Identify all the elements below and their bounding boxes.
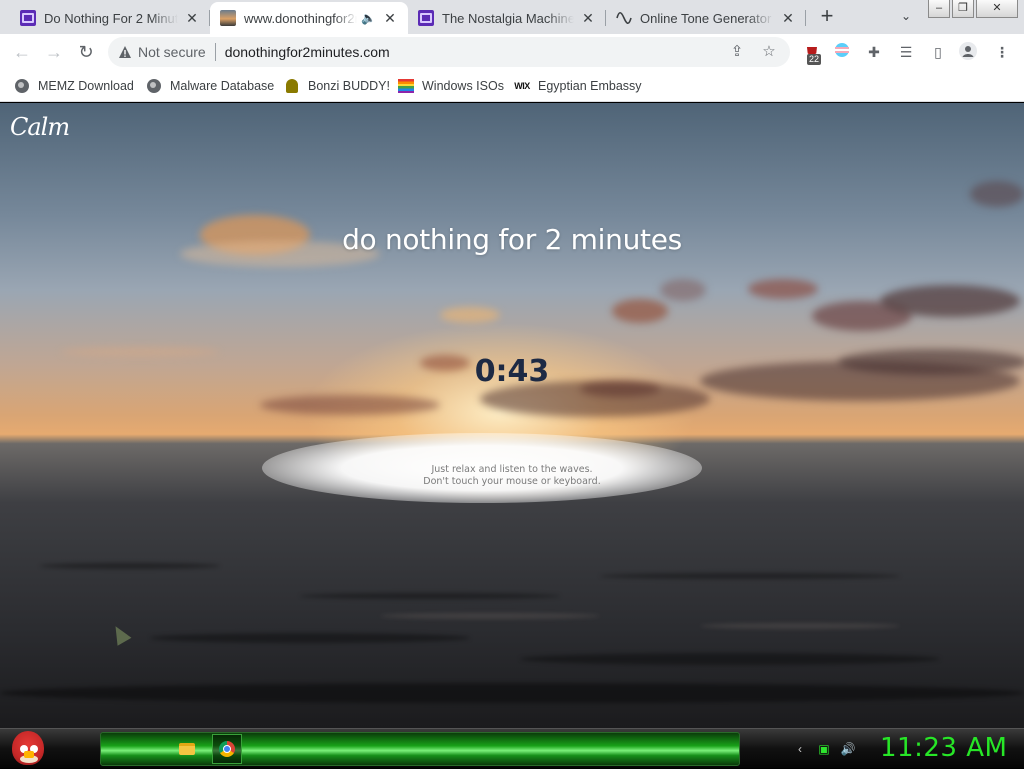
bookmark-malware-database[interactable]: Malware Database xyxy=(146,76,274,96)
wave xyxy=(520,653,940,665)
wave xyxy=(150,633,470,643)
extensions-puzzle-icon[interactable]: ✚ xyxy=(864,42,884,62)
tab-do-nothing[interactable]: Do Nothing For 2 Minutes ✕ xyxy=(10,2,210,34)
forward-button[interactable]: → xyxy=(40,38,68,66)
bookmarks-bar: MEMZ Download Malware Database Bonzi BUD… xyxy=(0,70,1024,102)
bookmark-memz[interactable]: MEMZ Download xyxy=(14,76,134,96)
network-icon[interactable]: ▣ xyxy=(816,741,832,757)
tab-title: Do Nothing For 2 Minutes xyxy=(44,10,178,26)
volume-icon[interactable]: 🔊 xyxy=(840,741,856,757)
new-tab-button[interactable]: + xyxy=(814,4,840,30)
tab-title: www.donothingfor2minutes.com xyxy=(244,10,357,26)
share-icon[interactable]: ⇪ xyxy=(728,43,746,61)
calm-logo[interactable]: Calm xyxy=(10,113,70,141)
tab-donothingfor2minutes[interactable]: www.donothingfor2minutes.com 🔈 ✕ xyxy=(210,2,408,34)
wave xyxy=(300,593,560,599)
url-text[interactable]: donothingfor2minutes.com xyxy=(225,44,390,60)
close-icon[interactable]: ✕ xyxy=(382,10,398,26)
browser-toolbar: ← → ↻ Not secure donothingfor2minutes.co… xyxy=(0,34,1024,70)
bookmark-label: Egyptian Embassy xyxy=(538,79,642,93)
page-viewport: Calm do nothing for 2 minutes 0:43 Just … xyxy=(0,103,1024,728)
security-label: Not secure xyxy=(138,44,206,60)
back-button[interactable]: ← xyxy=(8,38,36,66)
angry-bird-icon xyxy=(12,731,44,765)
bookmark-egyptian-embassy[interactable]: WIX Egyptian Embassy xyxy=(514,76,642,96)
bookmark-label: Windows ISOs xyxy=(422,79,504,93)
cloud xyxy=(260,395,440,415)
tab-title: The Nostalgia Machine | Pick a Year xyxy=(442,10,574,26)
cloud xyxy=(880,285,1020,317)
reload-button[interactable]: ↻ xyxy=(72,38,100,66)
close-window-button[interactable]: ✕ xyxy=(976,0,1018,18)
page-headline: do nothing for 2 minutes xyxy=(342,223,682,256)
flag-extension-icon[interactable] xyxy=(832,42,852,62)
hint-line: Just relax and listen to the waves. xyxy=(431,464,593,475)
hint-line: Don't touch your mouse or keyboard. xyxy=(423,476,601,487)
wave xyxy=(380,613,600,619)
cloud xyxy=(748,279,818,299)
bookmark-star-icon[interactable]: ☆ xyxy=(760,43,778,61)
extension-badge: 22 xyxy=(807,54,822,65)
wave xyxy=(700,623,900,629)
tab-separator xyxy=(805,10,806,26)
side-panel-icon[interactable]: ▯ xyxy=(928,42,948,62)
close-icon[interactable]: ✕ xyxy=(184,10,200,26)
cloud xyxy=(970,181,1024,207)
speaker-icon[interactable]: 🔈 xyxy=(361,11,376,25)
hint-text: Just relax and listen to the waves. Don'… xyxy=(0,464,1024,488)
minimize-button[interactable]: ‒ xyxy=(928,0,950,18)
omnibox-divider xyxy=(214,43,216,61)
cloud xyxy=(440,307,500,323)
bookmark-windows-isos[interactable]: Windows ISOs xyxy=(398,76,504,96)
file-explorer-icon[interactable] xyxy=(172,734,202,764)
sunset-photo-icon xyxy=(220,10,236,26)
close-icon[interactable]: ✕ xyxy=(780,10,796,26)
chrome-taskbar-icon[interactable] xyxy=(212,734,242,764)
wix-icon: WIX xyxy=(514,81,530,91)
bookmark-label: MEMZ Download xyxy=(38,79,134,93)
mouse-cursor-icon xyxy=(108,622,132,646)
tray-expand-icon[interactable]: ‹ xyxy=(792,741,808,757)
tab-nostalgia-machine[interactable]: The Nostalgia Machine | Pick a Year ✕ xyxy=(408,2,606,34)
taskbar-clock[interactable]: 11:23 AM xyxy=(880,733,1007,763)
taskbar: ‹ ▣ 🔊 11:23 AM xyxy=(0,728,1024,768)
bookmark-bonzi-buddy[interactable]: Bonzi BUDDY! xyxy=(284,76,390,96)
menu-kebab-icon[interactable]: ⋮ xyxy=(992,42,1012,62)
start-button[interactable] xyxy=(8,729,48,769)
bookmark-label: Malware Database xyxy=(170,79,275,93)
restore-button[interactable]: ❐ xyxy=(952,0,974,18)
wave xyxy=(0,683,1024,703)
media-queue-icon[interactable]: ☰ xyxy=(896,42,916,62)
bookmark-label: Bonzi BUDDY! xyxy=(308,79,390,93)
bonzi-icon xyxy=(284,78,300,94)
globe-icon xyxy=(146,78,162,94)
purple-square-icon xyxy=(20,10,36,26)
rainbow-flag-icon xyxy=(398,78,414,94)
cloud xyxy=(660,279,706,301)
wave xyxy=(600,573,900,579)
globe-icon xyxy=(14,78,30,94)
close-icon[interactable]: ✕ xyxy=(580,10,596,26)
address-bar[interactable]: Not secure donothingfor2minutes.com ⇪ ☆ xyxy=(108,37,790,67)
tab-title: Online Tone Generator - bespoke xyxy=(640,10,774,26)
cloud xyxy=(612,299,668,323)
tab-tone-generator[interactable]: Online Tone Generator - bespoke ✕ xyxy=(606,2,806,34)
countdown-timer: 0:43 xyxy=(474,354,550,389)
purple-square-icon xyxy=(418,10,434,26)
profile-avatar-icon[interactable] xyxy=(958,42,978,62)
wave xyxy=(40,563,220,569)
sine-wave-icon xyxy=(616,10,632,26)
warning-icon[interactable] xyxy=(118,45,132,59)
tab-strip: Do Nothing For 2 Minutes ✕ www.donothing… xyxy=(0,0,1024,34)
tab-search-button[interactable]: ⌄ xyxy=(896,6,916,26)
